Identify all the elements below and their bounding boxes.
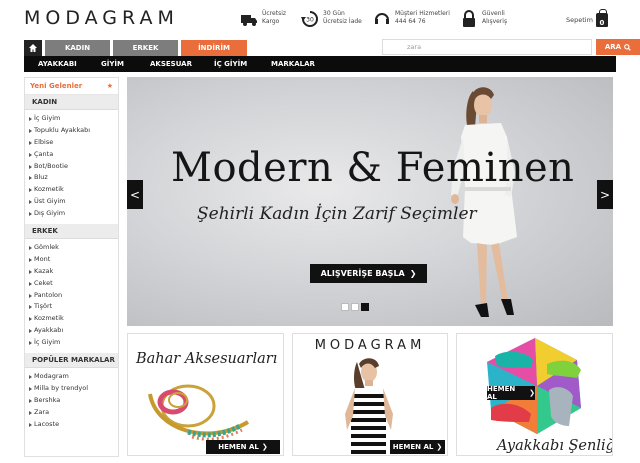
headset-icon xyxy=(375,13,389,24)
promo-fashion[interactable]: MODAGRAM HEMEN AL ❯ xyxy=(292,333,448,456)
promo-button-label: HEMEN AL xyxy=(218,443,259,451)
nav-underwear[interactable]: İÇ GİYİM xyxy=(214,60,247,68)
chevron-right-icon: ❯ xyxy=(409,269,417,278)
feature-free-returns: 30 30 Gün Ücretsiz İade xyxy=(301,10,383,28)
sidebar-item-brand[interactable]: Modagram xyxy=(25,371,118,383)
lock-icon xyxy=(463,10,475,27)
women-category-list: İç Giyim Topuklu Ayakkabı Elbise Çanta B… xyxy=(25,110,118,224)
sidebar-item-women[interactable]: Elbise xyxy=(25,137,118,149)
brands-list: Modagram Milla by trendyol Bershka Zara … xyxy=(25,368,118,434)
sidebar-item-women[interactable]: Bot/Bootie xyxy=(25,161,118,173)
sidebar-item-brand[interactable]: Lacoste xyxy=(25,419,118,431)
cart-link[interactable]: Sepetim 0 xyxy=(566,9,608,27)
tab-men[interactable]: ERKEK xyxy=(113,40,178,56)
sidebar-item-men[interactable]: İç Giyim xyxy=(25,337,118,349)
hero-subtitle: Şehirli Kadın İçin Zarif Seçimler xyxy=(197,204,477,224)
sidebar-item-brand[interactable]: Zara xyxy=(25,407,118,419)
page: MODAGRAM Ücretsiz Kargo 30 30 Gün Ücretsiz… xyxy=(0,0,640,463)
men-category-list: Gömlek Mont Kazak Ceket Pantolon Tişört … xyxy=(25,239,118,353)
slider-dots xyxy=(341,303,369,311)
slider-prev-button[interactable]: < xyxy=(127,180,143,209)
home-icon xyxy=(29,44,37,52)
chevron-right-icon: ❯ xyxy=(261,443,268,451)
promo-fashion-button[interactable]: HEMEN AL ❯ xyxy=(390,440,445,454)
star-icon: ★ xyxy=(106,81,113,90)
promo-accessories-title: Bahar Aksesuarları xyxy=(136,351,278,367)
sidebar-item-brand[interactable]: Milla by trendyol xyxy=(25,383,118,395)
chevron-right-icon: ❯ xyxy=(529,389,535,397)
new-arrivals-label: Yeni Gelenler xyxy=(30,82,83,90)
search-button-label: ARA xyxy=(604,43,622,51)
feature-line: Güvenli xyxy=(482,10,505,17)
hero-title: Modern & Feminen xyxy=(171,145,575,191)
sidebar-item-women[interactable]: Üst Giyim xyxy=(25,196,118,208)
women-section-heading: KADIN xyxy=(25,95,118,110)
hero-slider: Modern & Feminen Şehirli Kadın İçin Zari… xyxy=(127,77,613,326)
truck-icon xyxy=(241,15,257,26)
feature-secure-shopping: Güvenli Alışveriş xyxy=(460,10,542,28)
hero-shop-button[interactable]: ALIŞVERİŞE BAŞLA ❯ xyxy=(310,264,427,283)
men-section-heading: ERKEK xyxy=(25,224,118,240)
promo-button-label: HEMEN AL xyxy=(392,443,434,451)
slider-dot[interactable] xyxy=(341,303,349,311)
promo-shoes[interactable]: HEMEN AL ❯ Ayakkabı Şenliği xyxy=(456,333,613,456)
search-input[interactable]: zara xyxy=(382,39,592,55)
slider-dot[interactable] xyxy=(351,303,359,311)
top-tabs: KADIN ERKEK İNDİRİM zara ARA xyxy=(24,39,640,56)
nav-accessories[interactable]: AKSESUAR xyxy=(150,60,192,68)
sidebar-item-women[interactable]: Çanta xyxy=(25,149,118,161)
promo-shoes-button[interactable]: HEMEN AL ❯ xyxy=(487,385,535,401)
nav-shoes[interactable]: AYAKKABI xyxy=(38,60,77,68)
promo-accessories[interactable]: Bahar Aksesuarları HEMEN AL ❯ xyxy=(127,333,284,456)
sidebar-item-men[interactable]: Ceket xyxy=(25,278,118,290)
feature-line: Alışveriş xyxy=(482,18,508,25)
category-nav: AYAKKABI GİYİM AKSESUAR İÇ GİYİM MARKALA… xyxy=(24,56,616,72)
new-arrivals-link[interactable]: Yeni Gelenler ★ xyxy=(25,78,118,95)
hero-shop-button-label: ALIŞVERİŞE BAŞLA xyxy=(320,269,405,278)
promo-shoes-title: Ayakkabı Şenliği xyxy=(497,438,613,454)
home-tab[interactable] xyxy=(24,40,42,56)
chevron-right-icon: ❯ xyxy=(436,443,443,451)
search-button[interactable]: ARA xyxy=(596,39,640,55)
feature-customer-service: Müşteri Hizmetleri 444 64 76 xyxy=(373,10,455,28)
cart-label: Sepetim xyxy=(566,16,593,24)
sidebar-item-women[interactable]: Dış Giyim xyxy=(25,208,118,220)
slider-next-button[interactable]: > xyxy=(597,180,613,209)
fashion-model-image xyxy=(345,358,393,455)
sidebar-item-men[interactable]: Kazak xyxy=(25,266,118,278)
svg-text:30: 30 xyxy=(306,17,314,24)
sidebar-item-women[interactable]: Bluz xyxy=(25,172,118,184)
site-logo[interactable]: MODAGRAM xyxy=(24,7,179,29)
sidebar-item-men[interactable]: Tişört xyxy=(25,301,118,313)
tab-sale[interactable]: İNDİRİM xyxy=(181,40,247,56)
feature-line: Müşteri Hizmetleri xyxy=(395,10,450,17)
tab-women[interactable]: KADIN xyxy=(45,40,110,56)
promo-accessories-button[interactable]: HEMEN AL ❯ xyxy=(206,440,280,454)
search-icon xyxy=(624,43,631,51)
nav-brands[interactable]: MARKALAR xyxy=(271,60,315,68)
shopping-bag-icon: 0 xyxy=(595,9,608,27)
sidebar-item-women[interactable]: Kozmetik xyxy=(25,184,118,196)
sidebar-item-brand[interactable]: Bershka xyxy=(25,395,118,407)
sidebar-item-men[interactable]: Kozmetik xyxy=(25,313,118,325)
sidebar-item-men[interactable]: Ayakkabı xyxy=(25,325,118,337)
slider-dot-active[interactable] xyxy=(361,303,369,311)
return-icon: 30 xyxy=(301,11,318,27)
brands-section-heading: POPÜLER MARKALAR xyxy=(25,353,118,369)
sidebar: Yeni Gelenler ★ KADIN İç Giyim Topuklu A… xyxy=(24,77,119,457)
promo-button-label: HEMEN AL xyxy=(487,385,516,401)
feature-line: 444 64 76 xyxy=(395,18,426,25)
cart-count: 0 xyxy=(599,19,605,27)
sidebar-item-women[interactable]: Topuklu Ayakkabı xyxy=(25,125,118,137)
sidebar-item-men[interactable]: Gömlek xyxy=(25,242,118,254)
sidebar-item-women[interactable]: İç Giyim xyxy=(25,113,118,125)
nav-clothing[interactable]: GİYİM xyxy=(101,60,124,68)
sidebar-item-men[interactable]: Mont xyxy=(25,254,118,266)
sidebar-item-men[interactable]: Pantolon xyxy=(25,290,118,302)
hero-model-image xyxy=(451,87,517,317)
